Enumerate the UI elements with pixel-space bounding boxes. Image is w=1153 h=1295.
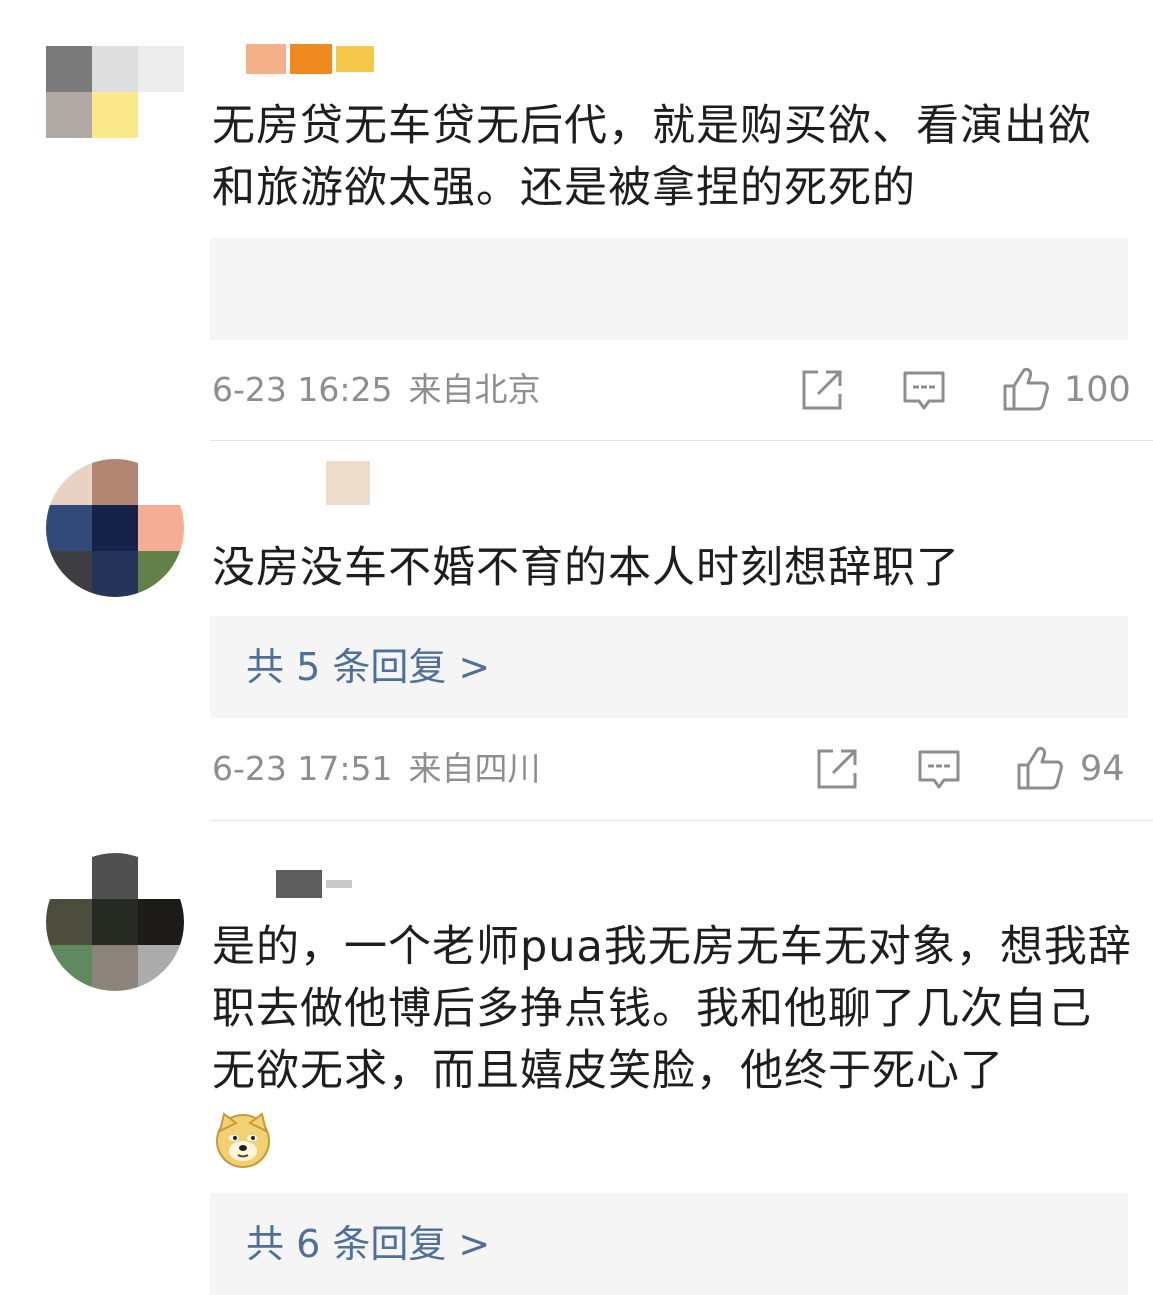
comment-location: 来自北京 xyxy=(408,370,541,409)
comment-icon[interactable] xyxy=(917,749,961,791)
comment-text: 无房贷无车贷无后代，就是购买欲、看演出欲和旅游欲太强。还是被拿捏的死死的 xyxy=(212,101,1092,213)
avatar[interactable] xyxy=(46,853,184,991)
comment-location: 来自四川 xyxy=(408,749,541,788)
reply-box xyxy=(210,238,1128,340)
doge-emoji-icon xyxy=(216,1112,270,1168)
reply-box: 共 6 条回复 > xyxy=(210,1193,1128,1295)
comment-icon[interactable] xyxy=(902,370,946,412)
comment-3: 是的，一个老师pua我无房无车无对象，想我辞职去做他博后多挣点钱。我和他聊了几次… xyxy=(0,821,1153,1295)
reply-link[interactable]: 共 6 条回复 > xyxy=(246,1219,490,1269)
comment-meta: 6-23 17:51 来自四川 xyxy=(212,747,541,791)
comment-2: 没房没车不婚不育的本人时刻想辞职了 共 5 条回复 > 6-23 17:51 来自… xyxy=(0,441,1153,821)
comment-text: 没房没车不婚不育的本人时刻想辞职了 xyxy=(212,543,960,593)
thumbs-up-icon[interactable] xyxy=(1016,745,1064,791)
like-count: 94 xyxy=(1080,749,1125,789)
comment-time: 6-23 17:51 xyxy=(212,749,393,788)
avatar[interactable] xyxy=(46,46,184,184)
share-icon[interactable] xyxy=(815,747,859,791)
comment-text: 是的，一个老师pua我无房无车无对象，想我辞职去做他博后多挣点钱。我和他聊了几次… xyxy=(212,922,1132,1096)
thumbs-up-icon[interactable] xyxy=(1002,366,1050,412)
comment-meta: 6-23 16:25 来自北京 xyxy=(212,368,541,412)
like-count: 100 xyxy=(1064,370,1131,410)
reply-link[interactable]: 共 5 条回复 > xyxy=(246,642,490,692)
comment-1: 无房贷无车贷无后代，就是购买欲、看演出欲和旅游欲太强。还是被拿捏的死死的 6-2… xyxy=(0,0,1153,441)
comment-time: 6-23 16:25 xyxy=(212,370,393,409)
avatar[interactable] xyxy=(46,459,184,597)
reply-box: 共 5 条回复 > xyxy=(210,616,1128,718)
share-icon[interactable] xyxy=(800,368,844,412)
username[interactable] xyxy=(212,44,374,74)
username[interactable] xyxy=(212,461,370,505)
username[interactable] xyxy=(212,869,352,899)
